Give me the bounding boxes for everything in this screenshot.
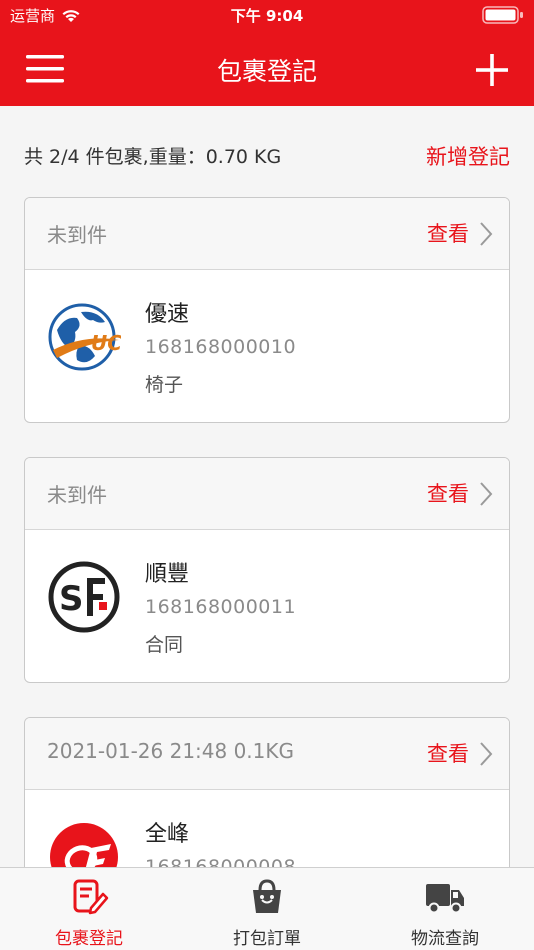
tab-pack-orders[interactable]: 打包訂單 (178, 868, 356, 950)
package-card[interactable]: 未到件 查看 S 順豐 168168000011 合同 (24, 457, 510, 683)
package-card-header: 2021-01-26 21:48 0.1KG 查看 (25, 718, 509, 790)
battery-icon (482, 6, 523, 24)
add-registration-link[interactable]: 新增登記 (426, 141, 510, 171)
package-status: 未到件 (47, 223, 107, 247)
tab-logistics-query[interactable]: 物流查詢 (356, 868, 534, 950)
package-card-header: 未到件 查看 (25, 198, 509, 270)
uc-globe-logo: UC (48, 303, 121, 371)
sf-logo: S (48, 561, 120, 633)
add-icon[interactable] (474, 52, 510, 88)
tab-label: 打包訂單 (233, 929, 301, 949)
package-card-body: UC 優速 168168000010 椅子 (25, 270, 509, 422)
register-icon (73, 879, 109, 915)
svg-text:S: S (59, 579, 84, 619)
tab-label: 包裹登記 (55, 929, 123, 949)
clock: 下午 9:04 (230, 7, 304, 25)
view-button[interactable]: 查看 (427, 738, 469, 768)
item-description: 合同 (145, 634, 184, 656)
chevron-right-icon[interactable] (479, 221, 493, 247)
courier-name: 全峰 (145, 822, 190, 847)
nav-bar: 包裹登記 (0, 30, 534, 106)
tab-bar: 包裹登記 打包訂單 物流查詢 (0, 867, 534, 950)
tab-label: 物流查詢 (411, 929, 479, 949)
truck-icon (426, 884, 464, 914)
package-status: 未到件 (47, 483, 107, 507)
chevron-right-icon[interactable] (479, 741, 493, 767)
svg-text:UC: UC (91, 331, 121, 355)
package-card-header: 未到件 查看 (25, 458, 509, 530)
bag-icon (253, 879, 281, 913)
package-card-body: S 順豐 168168000011 合同 (25, 530, 509, 682)
package-summary: 共 2/4 件包裹,重量：0.70 KG (24, 146, 282, 168)
tracking-number: 168168000010 (145, 336, 297, 358)
courier-name: 優速 (145, 302, 190, 327)
chevron-right-icon[interactable] (479, 481, 493, 507)
courier-name: 順豐 (145, 562, 190, 587)
status-bar: 运营商 下午 9:04 (0, 0, 534, 30)
tab-package-register[interactable]: 包裹登記 (0, 868, 178, 950)
item-description: 椅子 (145, 374, 184, 396)
view-button[interactable]: 查看 (427, 478, 469, 508)
package-status: 2021-01-26 21:48 0.1KG (47, 739, 295, 763)
tracking-number: 168168000011 (145, 596, 297, 618)
package-card[interactable]: 未到件 查看 UC 優速 168168000010 椅子 (24, 197, 510, 423)
page-title: 包裹登記 (216, 57, 317, 86)
view-button[interactable]: 查看 (427, 218, 469, 248)
